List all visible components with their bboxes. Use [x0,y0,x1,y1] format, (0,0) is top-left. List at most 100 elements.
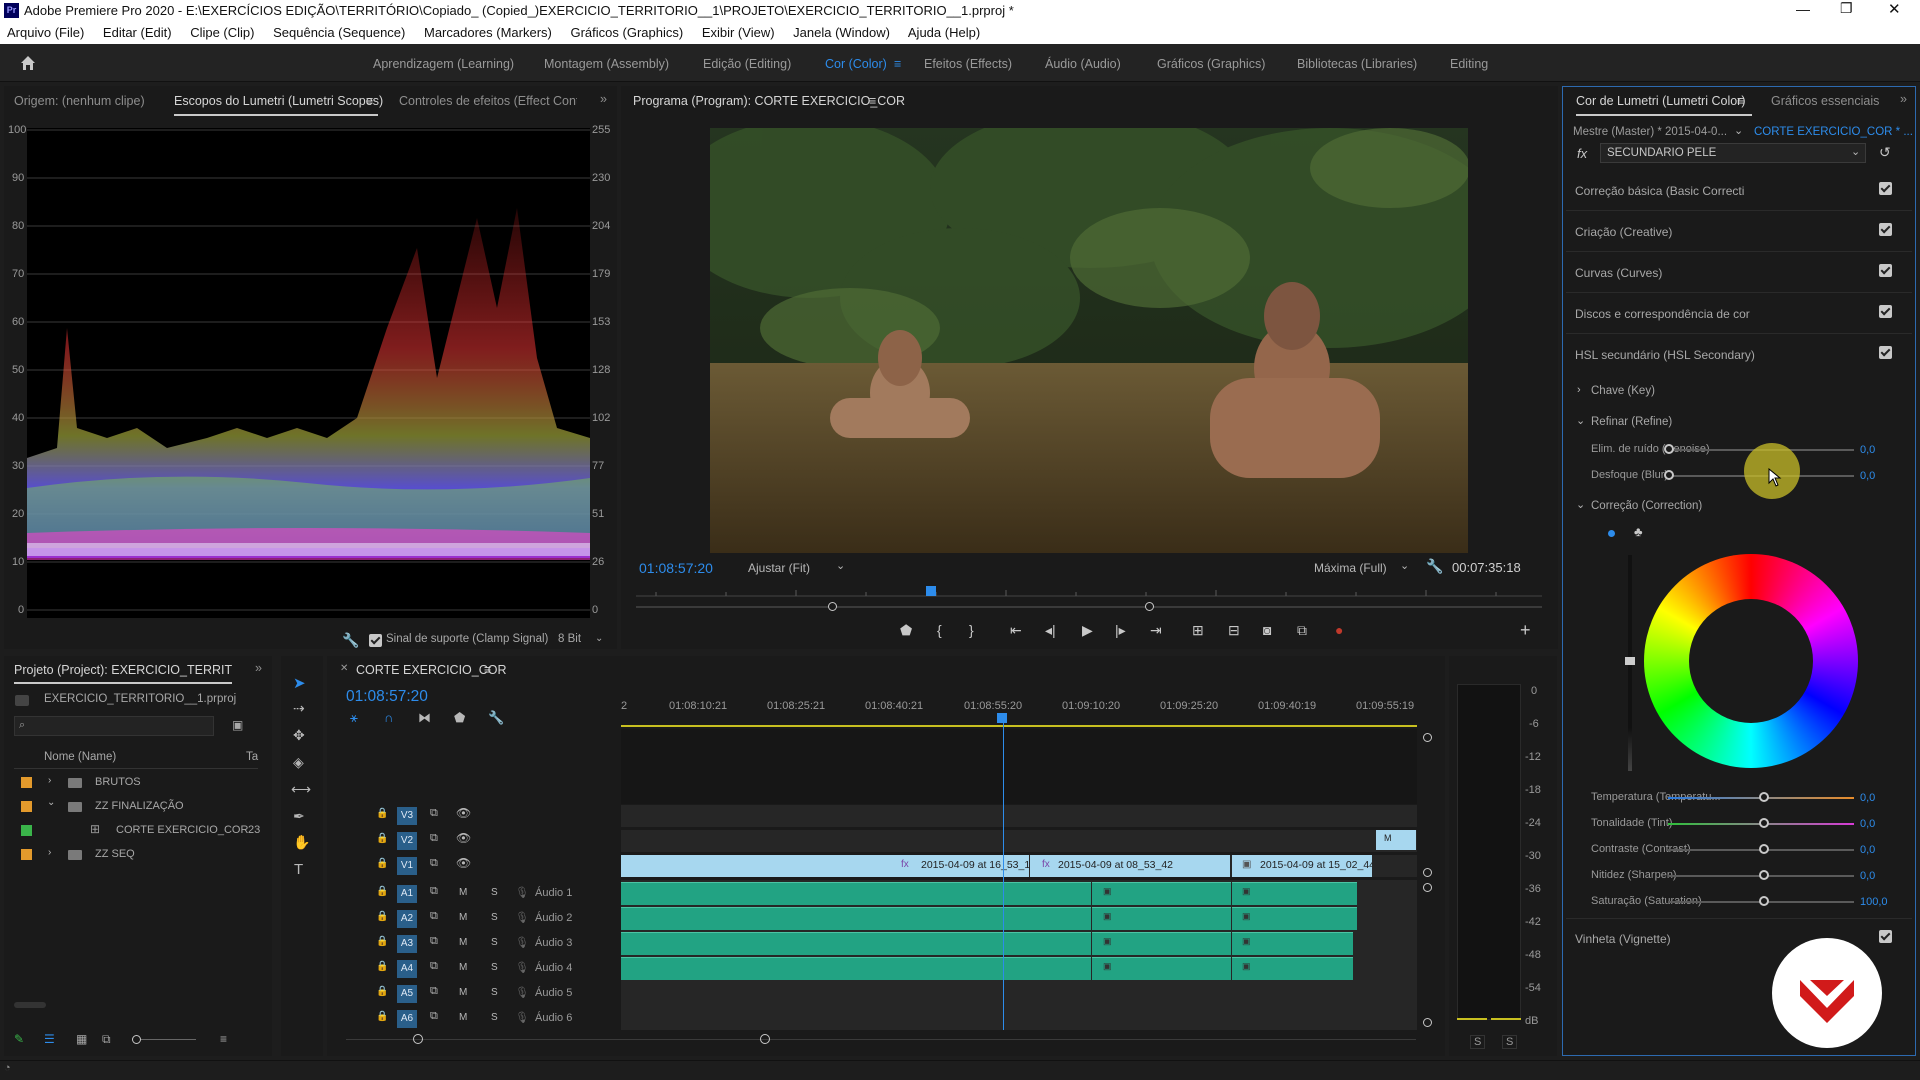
temperature-knob[interactable] [1759,792,1769,802]
home-icon[interactable] [19,54,37,72]
pen-tool-icon[interactable]: ✒ [293,808,305,825]
blur-knob[interactable] [1664,470,1674,480]
sync-lock-icon[interactable]: ⧉ [430,935,438,948]
lift-icon[interactable]: ⊞ [1192,622,1204,639]
correction-section-label[interactable]: Correção (Correction) [1591,500,1702,512]
audio-clip[interactable] [621,957,1091,980]
blur-value[interactable]: 0,0 [1860,470,1875,482]
video-clip-3[interactable]: ▣ 2015-04-09 at 15_02_44 [1232,855,1372,877]
audio-clip[interactable]: ▣ [1232,882,1357,905]
lock-icon[interactable]: 🔒 [376,911,388,922]
sync-lock-icon[interactable]: ⧉ [430,1010,438,1023]
chevron-down-icon[interactable]: ⌄ [1400,559,1409,572]
extract-icon[interactable]: ⊟ [1228,622,1240,639]
lock-icon[interactable]: 🔒 [376,858,388,869]
column-name-header[interactable]: Nome (Name) [44,751,116,763]
go-to-in-icon[interactable]: ⇤ [1010,622,1022,639]
audio-clip[interactable]: ▣ [1232,907,1357,930]
workspace-assembly[interactable]: Montagem (Assembly) [544,57,669,71]
slip-tool-icon[interactable]: ⟷ [291,781,311,798]
mark-out-icon[interactable]: } [969,622,974,638]
workspace-libraries[interactable]: Bibliotecas (Libraries) [1297,57,1417,71]
single-wheel-toggle[interactable] [1608,530,1615,537]
workspace-graphics[interactable]: Gráficos (Graphics) [1157,57,1265,71]
list-item[interactable]: ⌄ ZZ FINALIZAÇÃO [10,796,260,818]
playhead-handle[interactable] [997,713,1007,723]
sync-lock-icon[interactable]: ⧉ [430,910,438,923]
chevron-down-icon[interactable]: ⌄ [1734,124,1743,137]
lock-icon[interactable]: 🔒 [376,936,388,947]
color-wheel[interactable] [1644,554,1858,768]
lock-icon[interactable]: 🔒 [376,808,388,819]
freeform-view-icon[interactable]: ⧉ [102,1032,111,1047]
zoom-handle-left[interactable] [828,602,837,611]
tint-knob[interactable] [1759,818,1769,828]
clamp-signal-checkbox[interactable] [369,634,382,647]
workspace-effects[interactable]: Efeitos (Effects) [924,57,1012,71]
chevron-down-icon[interactable]: ⌄ [1576,414,1585,427]
tab-lumetri-scopes[interactable]: Escopos do Lumetri (Lumetri Scopes) [174,94,383,108]
list-view-icon[interactable]: ☰ [44,1032,55,1046]
lock-icon[interactable]: 🔒 [376,1011,388,1022]
menu-edit[interactable]: Editar (Edit) [103,25,172,40]
minimize-icon[interactable]: — [1796,1,1810,17]
effect-select[interactable]: SECUNDARIO PELE ⌄ [1600,143,1866,163]
mute-button[interactable]: M [459,912,467,923]
program-timecode[interactable]: 01:08:57:20 [639,560,713,576]
eye-icon[interactable]: 👁 [456,831,471,845]
chevron-down-icon[interactable]: ⌄ [836,559,845,572]
mute-button[interactable]: M [459,887,467,898]
add-marker-icon[interactable]: ⬟ [900,622,912,639]
tab-source[interactable]: Origem: (nenhum clipe) [14,94,145,108]
hscroll-handle-left[interactable] [413,1034,423,1044]
pencil-icon[interactable]: ✎ [14,1032,24,1046]
tab-program[interactable]: Programa (Program): CORTE EXERCICIO_COR [633,94,905,108]
audio-clip[interactable]: ▣ [1092,932,1231,955]
track-target-a2[interactable]: A2 [397,910,417,928]
track-target-v1[interactable]: V1 [397,857,417,875]
basic-correction-checkbox[interactable] [1879,182,1892,195]
tab-project[interactable]: Projeto (Project): EXERCICIO_TERRITORIO_ [14,663,232,677]
workspace-menu-icon[interactable]: ≡ [894,57,901,71]
audio-clip[interactable]: ▣ [1092,907,1231,930]
audio-clip[interactable]: ▣ [1232,957,1353,980]
voiceover-mic-icon[interactable]: 🎙 [515,986,529,999]
camera-icon[interactable]: ◙ [1263,622,1271,638]
workspace-learning[interactable]: Aprendizagem (Learning) [373,57,514,71]
tab-menu-icon[interactable]: ≡ [366,94,373,108]
fit-select[interactable]: Ajustar (Fit) [748,561,810,575]
key-section-label[interactable]: Chave (Key) [1591,385,1655,397]
eye-icon[interactable]: 👁 [456,856,471,870]
track-select-tool-icon[interactable]: ⇢ [293,700,305,717]
audio-clip[interactable]: ▣ [1092,882,1231,905]
mute-button[interactable]: M [459,937,467,948]
timeline-menu-icon[interactable]: ≡ [484,663,491,677]
voiceover-mic-icon[interactable]: 🎙 [515,1011,529,1024]
mute-button[interactable]: M [459,1012,467,1023]
program-scrubber[interactable] [636,582,1542,602]
section-hsl-secondary[interactable]: HSL secundário (HSL Secondary) [1575,348,1895,362]
panel-overflow-icon[interactable]: » [1900,92,1907,106]
denoise-knob[interactable] [1664,444,1674,454]
zoom-knob[interactable] [132,1035,141,1044]
voiceover-mic-icon[interactable]: 🎙 [515,886,529,899]
column-ta-header[interactable]: Ta [246,751,258,763]
mute-button[interactable]: M [459,962,467,973]
chevron-down-icon[interactable]: ⌄ [1576,498,1585,511]
contrast-knob[interactable] [1759,844,1769,854]
saturation-knob[interactable] [1759,896,1769,906]
section-creative[interactable]: Criação (Creative) [1575,225,1895,239]
panel-overflow-icon[interactable]: » [600,92,607,106]
section-color-wheels[interactable]: Discos e correspondência de cor [1575,307,1895,321]
hscroll-handle-right[interactable] [760,1034,770,1044]
list-item[interactable]: › ZZ SEQ [10,844,260,866]
lightness-handle[interactable] [1625,657,1635,665]
sequence-clip-label[interactable]: CORTE EXERCICIO_COR * ... [1754,126,1913,138]
hand-tool-icon[interactable]: ✋ [293,834,310,851]
timeline-scroll-knob[interactable] [1423,733,1432,742]
icon-view-icon[interactable]: ▦ [76,1032,87,1046]
track-target-a5[interactable]: A5 [397,985,417,1003]
tab-essential-graphics[interactable]: Gráficos essenciais (E [1771,94,1881,108]
timeline-timecode[interactable]: 01:08:57:20 [346,688,428,706]
three-wheel-toggle-icon[interactable]: ♣ [1634,524,1643,539]
